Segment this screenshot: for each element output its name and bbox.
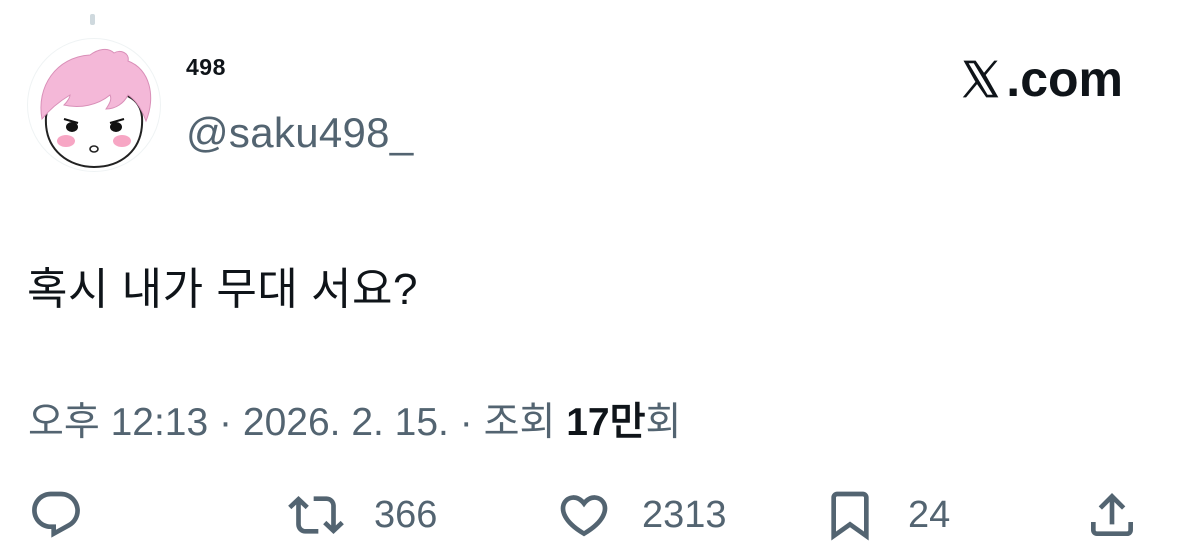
bookmark-count: 24 bbox=[908, 493, 951, 536]
views-number: 17만 bbox=[566, 401, 646, 444]
views-count[interactable]: 17만회 bbox=[566, 401, 681, 444]
avatar[interactable] bbox=[27, 38, 161, 172]
x-logo-icon bbox=[963, 60, 999, 98]
retweet-icon bbox=[288, 496, 344, 534]
bookmark-button[interactable]: 24 bbox=[822, 484, 950, 546]
share-button[interactable] bbox=[1084, 484, 1140, 546]
heart-icon bbox=[560, 495, 608, 537]
brand-domain: .com bbox=[1006, 51, 1123, 107]
reply-button[interactable] bbox=[28, 484, 84, 546]
brand-mark: .com bbox=[958, 50, 1123, 108]
meta-separator: · bbox=[459, 401, 473, 444]
avatar-illustration bbox=[40, 48, 152, 169]
like-count: 2313 bbox=[642, 493, 727, 536]
meta-separator: · bbox=[219, 401, 233, 444]
scroll-indicator bbox=[90, 14, 95, 25]
display-name[interactable]: 498 bbox=[186, 54, 226, 81]
reply-icon bbox=[32, 491, 80, 538]
tweet-time[interactable]: 오후 12:13 bbox=[28, 401, 208, 444]
views-label: 조회 bbox=[483, 401, 556, 444]
views-suffix: 회 bbox=[645, 401, 682, 444]
retweet-button[interactable]: 366 bbox=[288, 484, 437, 546]
retweet-count: 366 bbox=[374, 493, 438, 536]
user-handle[interactable]: @saku498_ bbox=[186, 109, 414, 157]
tweet-meta: 오후 12:13 · 2026. 2. 15. · 조회 17만회 bbox=[28, 391, 681, 447]
tweet-date[interactable]: 2026. 2. 15. bbox=[243, 401, 449, 444]
action-bar: 366 2313 24 bbox=[0, 484, 1179, 546]
like-button[interactable]: 2313 bbox=[556, 484, 727, 546]
bookmark-icon bbox=[831, 491, 869, 541]
tweet-text: 혹시 내가 무대 서요? bbox=[27, 265, 418, 314]
share-icon bbox=[1091, 493, 1133, 536]
